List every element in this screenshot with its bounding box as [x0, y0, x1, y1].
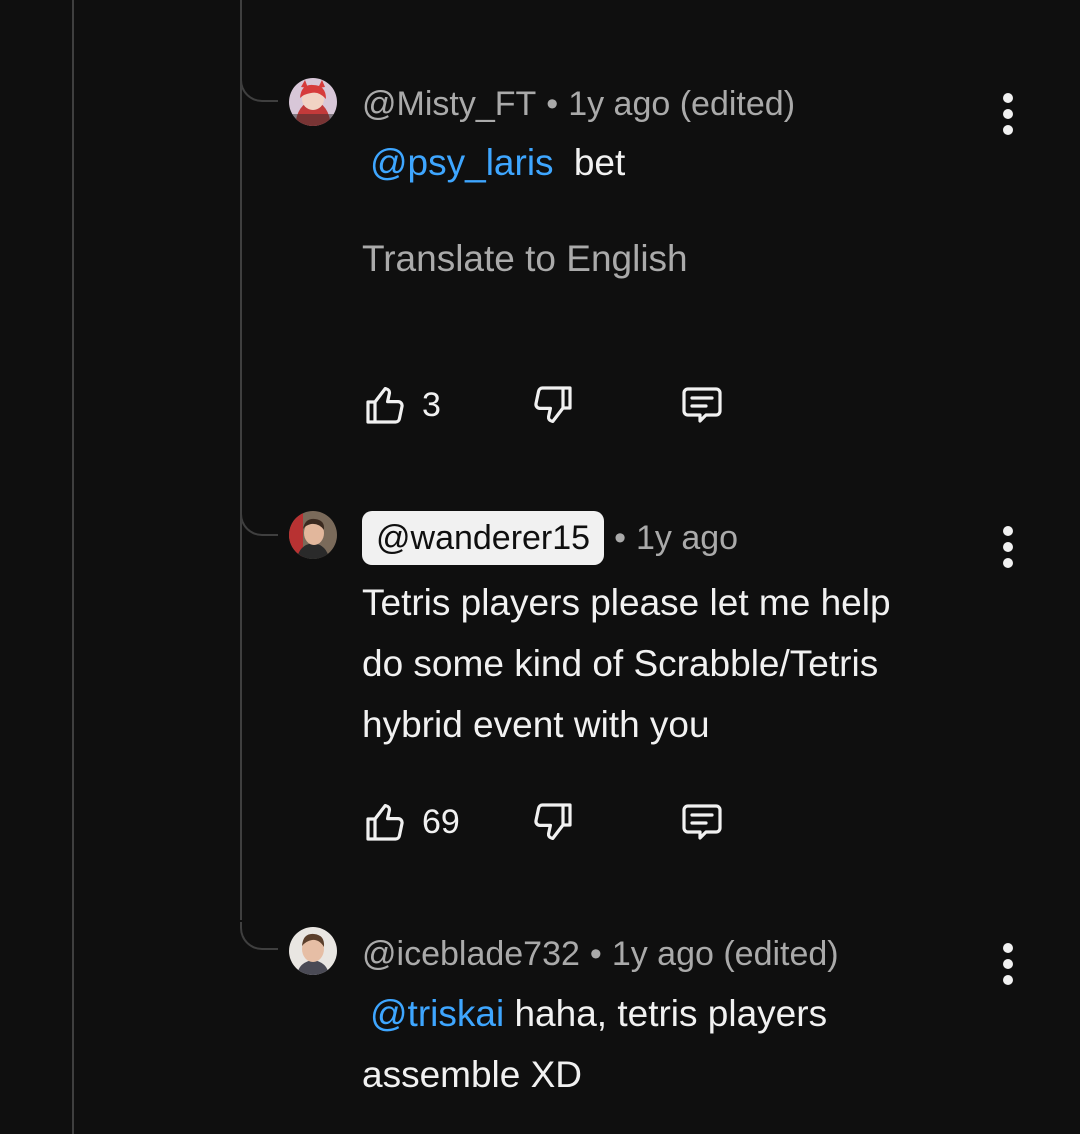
comment-line: Tetris players please let me help: [362, 582, 891, 623]
comment-body: bet: [563, 142, 626, 183]
thumbs-down-icon: [534, 386, 572, 423]
comment-line: @triskai haha, tetris players: [362, 983, 827, 1044]
reply-button[interactable]: [678, 797, 726, 847]
separator-dot: •: [614, 518, 626, 557]
separator-dot: •: [546, 84, 559, 123]
comment-menu-button[interactable]: [992, 940, 1024, 988]
timestamp[interactable]: 1y ago (edited): [612, 935, 839, 974]
ellipsis-dot-icon: [1003, 526, 1013, 536]
avatar[interactable]: [289, 511, 337, 559]
ellipsis-dot-icon: [1003, 125, 1013, 135]
comment-line: do some kind of Scrabble/Tetris: [362, 643, 879, 684]
comment-text: Tetris players please let me help do som…: [362, 572, 891, 755]
thumbs-up-icon: [366, 804, 404, 841]
avatar[interactable]: [289, 78, 337, 126]
inner-thread-line: [240, 0, 242, 920]
comment-menu-button[interactable]: [992, 523, 1024, 571]
ellipsis-dot-icon: [1003, 93, 1013, 103]
comment-icon: [682, 804, 722, 840]
thumbs-up-icon: [366, 387, 404, 424]
separator-dot: •: [589, 934, 602, 973]
ellipsis-dot-icon: [1003, 943, 1013, 953]
comment-actions: 69: [362, 797, 762, 847]
outer-thread-line: [72, 0, 74, 1134]
timestamp[interactable]: 1y ago (edited): [568, 85, 795, 124]
comment-text: @triskai haha, tetris players assemble X…: [362, 983, 827, 1105]
ellipsis-dot-icon: [1003, 542, 1013, 552]
like-count: 3: [422, 385, 441, 424]
like-count: 69: [422, 802, 460, 841]
comment-text: @psy_laris bet: [362, 132, 625, 193]
comment-body: haha, tetris players: [504, 993, 828, 1034]
thread-connector: [240, 508, 278, 536]
comment-line: hybrid event with you: [362, 704, 710, 745]
comment-menu-button[interactable]: [992, 90, 1024, 138]
thread-connector: [240, 922, 278, 950]
creator-handle-badge[interactable]: @wanderer15: [362, 511, 605, 565]
comment-icon: [682, 387, 722, 423]
like-button[interactable]: 69: [362, 797, 460, 847]
author-handle[interactable]: @iceblade732: [362, 935, 580, 974]
avatar-image-icon: [289, 511, 337, 559]
ellipsis-dot-icon: [1003, 109, 1013, 119]
mention-link[interactable]: @psy_laris: [370, 142, 554, 183]
dislike-button[interactable]: [528, 380, 576, 430]
thread-connector: [240, 74, 278, 102]
avatar[interactable]: [289, 927, 337, 975]
avatar-image-icon: [289, 78, 337, 126]
like-button[interactable]: 3: [362, 380, 441, 430]
comment-line: assemble XD: [362, 1054, 583, 1095]
thumbs-down-icon: [534, 803, 572, 840]
avatar-image-icon: [289, 927, 337, 975]
dislike-button[interactable]: [528, 797, 576, 847]
comment-meta: @wanderer15 • 1y ago: [362, 510, 738, 566]
translate-button[interactable]: Translate to English: [362, 238, 688, 280]
reply-button[interactable]: [678, 380, 726, 430]
comment-actions: 3: [362, 380, 762, 430]
ellipsis-dot-icon: [1003, 975, 1013, 985]
comment-meta: @Misty_FT • 1y ago (edited): [362, 76, 795, 132]
comment-meta: @iceblade732 • 1y ago (edited): [362, 926, 839, 982]
ellipsis-dot-icon: [1003, 959, 1013, 969]
author-handle[interactable]: @Misty_FT: [362, 85, 536, 124]
ellipsis-dot-icon: [1003, 558, 1013, 568]
timestamp[interactable]: 1y ago: [636, 519, 738, 558]
mention-link[interactable]: @triskai: [370, 993, 504, 1034]
